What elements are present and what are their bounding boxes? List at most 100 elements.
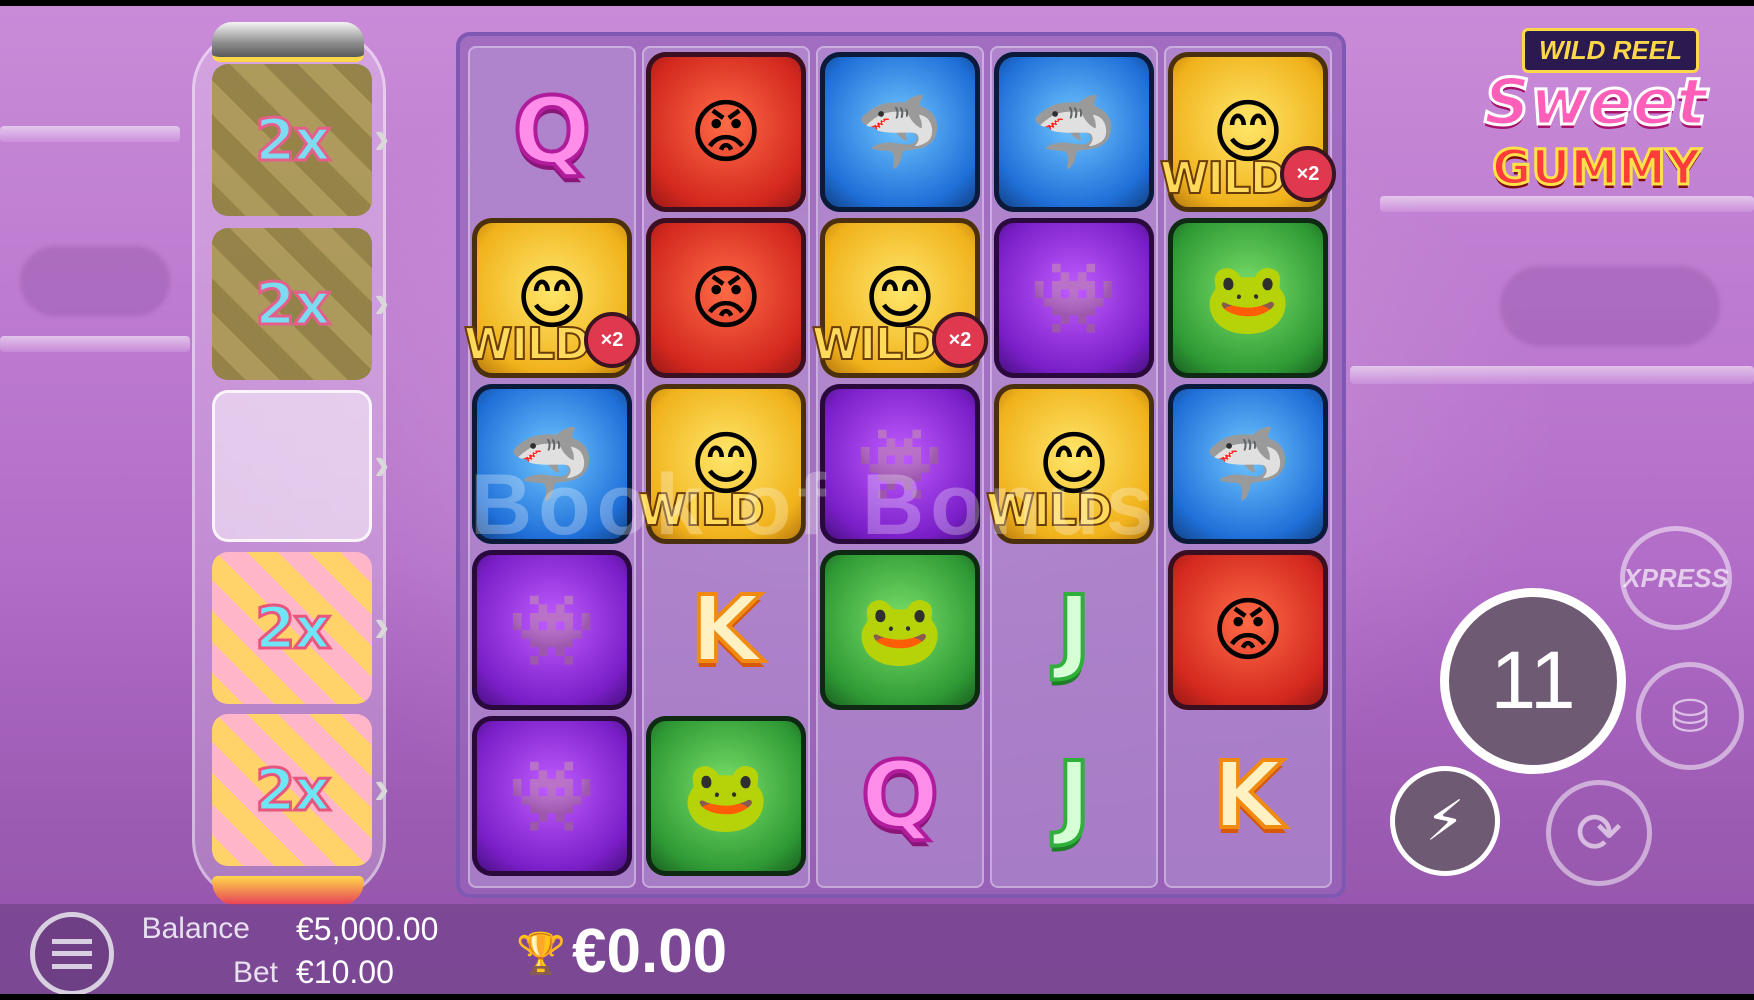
monster-purple-icon: 👾 (508, 591, 596, 669)
symbol-wild: 😊 WILD (637, 384, 806, 544)
symbol-monster-purple: 👾 (820, 384, 980, 544)
multiplier-value: 2x (254, 269, 333, 340)
monster-green-icon: 🐸 (682, 757, 770, 835)
xpress-label: XPRESS (1623, 562, 1729, 593)
symbol-monster-red: 😡 (646, 52, 806, 212)
symbol-wild: 😊 WILD ×2 (811, 218, 988, 378)
symbol-k: K (646, 550, 806, 710)
chevron-right-icon: › (374, 275, 390, 327)
bg-candy-jar (20, 246, 170, 316)
symbol-monster-blue: 🦈 (994, 52, 1154, 212)
symbol-monster-blue: 🦈 (1168, 384, 1328, 544)
multiplier-value: 2x (254, 593, 333, 664)
symbol-monster-blue: 🦈 (472, 384, 632, 544)
reel-column: Q 😊 WILD ×2 🦈 👾 👾 (463, 46, 640, 888)
bg-shelf (0, 336, 190, 352)
symbol-q: Q (472, 52, 632, 212)
multiplier-slot: 2x (212, 228, 372, 380)
symbol-monster-green: 🐸 (1168, 218, 1328, 378)
wild-label: WILD (463, 318, 591, 371)
spin-button[interactable]: 11 (1440, 588, 1626, 774)
symbol-monster-red: 😡 (1168, 550, 1328, 710)
reel-column: 😊 WILD ×2 🐸 🦈 😡 K (1159, 46, 1336, 888)
hamburger-icon (52, 939, 92, 969)
symbol-wild: 😊 WILD ×2 (463, 218, 640, 378)
xpress-button[interactable]: XPRESS (1620, 526, 1732, 630)
reel-column: 🦈 👾 😊 WILD J J (985, 46, 1158, 888)
wild-label: WILD (985, 484, 1113, 537)
monster-green-icon: 🐸 (1204, 259, 1292, 337)
chevron-right-icon: › (374, 761, 390, 813)
multiplier-slot (212, 390, 372, 542)
game-stage: 2x › 2x › › 2x › 2x › Q 😊 WILD ×2 🦈 👾 👾 😡 😡 😊 WILD K 🐸 🦈 😊 WILD… (0, 6, 1754, 994)
symbol-wild: 😊 WILD ×2 (1159, 52, 1336, 212)
multiplier-tube-base (212, 876, 364, 906)
balance-value: €5,000.00 (296, 911, 439, 947)
logo-sweet: Sweet (1483, 65, 1709, 142)
monster-red-icon: 😡 (1211, 591, 1285, 669)
wild-label: WILD (1159, 152, 1287, 205)
monster-blue-icon: 🦈 (1204, 425, 1292, 503)
monster-red-icon: 😡 (689, 93, 763, 171)
wild-label: WILD (811, 318, 939, 371)
symbol-monster-red: 😡 (646, 218, 806, 378)
bg-shelf (0, 126, 180, 142)
wild-multiplier-badge: ×2 (1280, 146, 1336, 202)
symbol-j: J (994, 550, 1154, 710)
game-logo: WILD REEL Sweet GUMMY (1480, 28, 1740, 208)
monster-blue-icon: 🦈 (856, 93, 944, 171)
wild-multiplier-badge: ×2 (584, 312, 640, 368)
monster-green-icon: 🐸 (856, 591, 944, 669)
bet-value: €10.00 (296, 954, 394, 990)
symbol-wild: 😊 WILD (985, 384, 1154, 544)
multiplier-tube-cap (212, 22, 364, 62)
monster-blue-icon: 🦈 (508, 425, 596, 503)
balance-label: Balance (141, 912, 250, 945)
reel-column: 🦈 😊 WILD ×2 👾 🐸 Q (811, 46, 988, 888)
bg-candy-jar (1500, 266, 1720, 346)
symbol-monster-green: 🐸 (646, 716, 806, 876)
reel-column: 😡 😡 😊 WILD K 🐸 (637, 46, 810, 888)
win-value: €0.00 (572, 917, 728, 986)
symbol-monster-purple: 👾 (994, 218, 1154, 378)
symbol-letter: J (1055, 742, 1093, 849)
multiplier-slot: 2x (212, 552, 372, 704)
symbol-letter: K (688, 576, 763, 683)
multiplier-slot: 2x (212, 64, 372, 216)
symbol-letter: K (1210, 742, 1285, 849)
monster-purple-icon: 👾 (1030, 259, 1118, 337)
bet-label: Bet (232, 956, 278, 989)
multiplier-slot: 2x (212, 714, 372, 866)
chevron-right-icon: › (374, 111, 390, 163)
symbol-j: J (994, 716, 1154, 876)
symbol-monster-purple: 👾 (472, 716, 632, 876)
autoplay-icon: ⟳ (1575, 801, 1623, 864)
monster-blue-icon: 🦈 (1030, 93, 1118, 171)
symbol-monster-green: 🐸 (820, 550, 980, 710)
spins-remaining: 11 (1490, 635, 1576, 726)
multiplier-value: 2x (254, 755, 333, 826)
wild-label: WILD (637, 484, 765, 537)
symbol-q: Q (820, 716, 980, 876)
reel-grid: Q 😊 WILD ×2 🦈 👾 👾 😡 😡 😊 WILD K 🐸 🦈 😊 WILD ×2 👾 🐸 Q 🦈 👾 😊 WILD J J… (456, 32, 1346, 898)
chevron-right-icon: › (374, 437, 390, 489)
trophy-icon: 🏆 (516, 932, 566, 976)
symbol-monster-blue: 🦈 (820, 52, 980, 212)
symbol-letter: Q (859, 742, 941, 849)
monster-red-icon: 😡 (689, 259, 763, 337)
logo-gummy: GUMMY (1491, 139, 1703, 198)
turbo-button[interactable]: ⚡ (1390, 766, 1500, 876)
menu-button[interactable] (30, 912, 114, 994)
symbol-k: K (1168, 716, 1328, 876)
symbol-letter: Q (511, 78, 593, 185)
multiplier-value: 2x (254, 105, 333, 176)
coins-stack-icon: ⛁ (1670, 690, 1710, 742)
monster-purple-icon: 👾 (508, 757, 596, 835)
bet-coins-button[interactable]: ⛁ (1636, 662, 1744, 770)
wild-multiplier-badge: ×2 (932, 312, 988, 368)
bg-shelf (1350, 366, 1754, 384)
symbol-monster-purple: 👾 (472, 550, 632, 710)
lightning-icon: ⚡ (1425, 789, 1465, 852)
autoplay-button[interactable]: ⟳ (1546, 780, 1652, 886)
monster-purple-icon: 👾 (856, 425, 944, 503)
